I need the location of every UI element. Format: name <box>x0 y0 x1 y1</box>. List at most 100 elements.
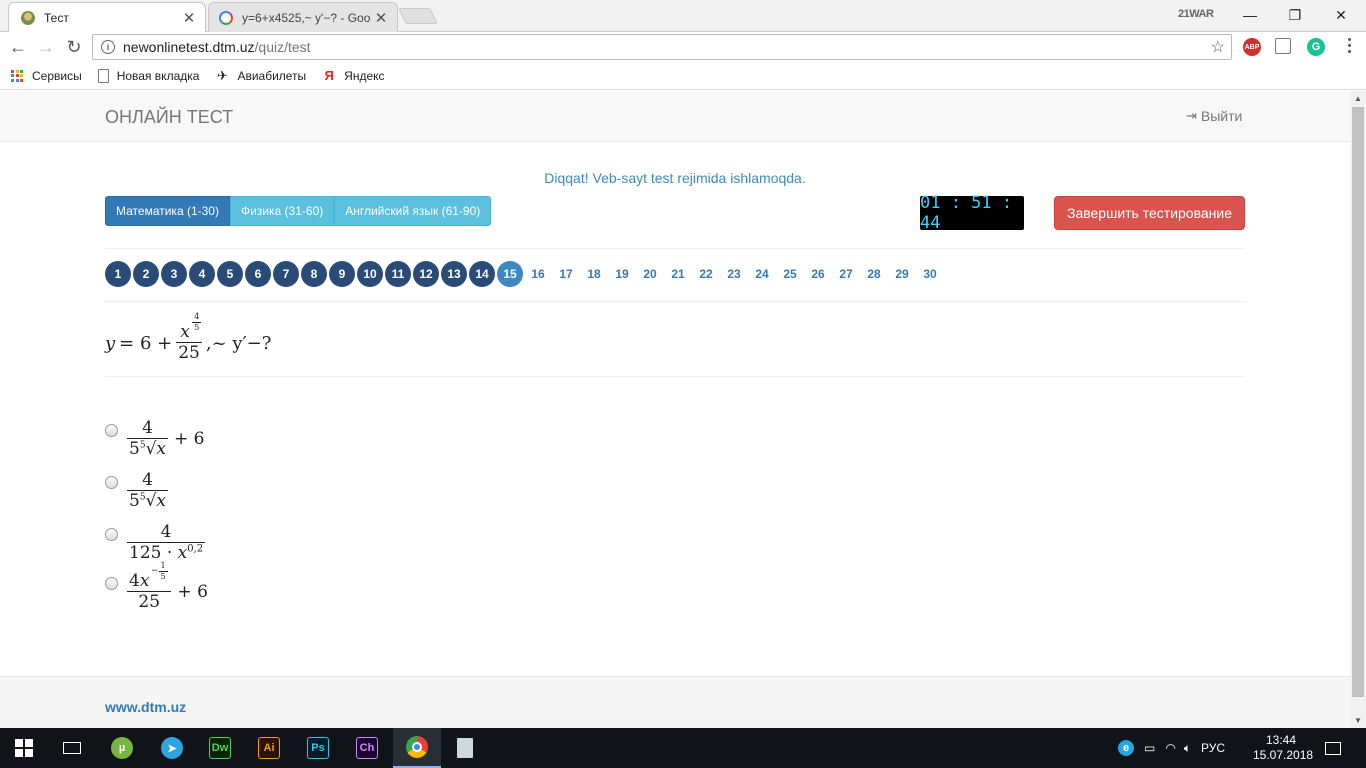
character-animator-icon[interactable]: Ch <box>343 728 391 768</box>
question-number-30[interactable]: 30 <box>917 261 943 287</box>
language-indicator[interactable]: РУС <box>1201 741 1225 755</box>
logout-link[interactable]: ⇥ Выйти <box>1186 108 1242 124</box>
math-var-x: x <box>180 321 190 342</box>
question-number-18[interactable]: 18 <box>581 261 607 287</box>
option-fraction: 4 55√x <box>127 419 168 459</box>
question-number-29[interactable]: 29 <box>889 261 915 287</box>
bookmark-label: Авиабилеты <box>237 68 307 83</box>
photoshop-icon[interactable]: Ps <box>294 728 342 768</box>
radio-button[interactable] <box>105 528 118 541</box>
question-number-7[interactable]: 7 <box>273 261 299 287</box>
forward-arrow-icon[interactable]: → <box>35 36 57 58</box>
subject-tab-physics[interactable]: Физика (31-60) <box>229 196 335 226</box>
volume-icon[interactable]: 🔈︎ <box>1184 741 1191 756</box>
question-number-14[interactable]: 14 <box>469 261 495 287</box>
new-tab-button[interactable] <box>398 8 438 24</box>
grammarly-icon[interactable]: G <box>1307 38 1325 56</box>
minimize-icon[interactable]: — <box>1227 0 1273 30</box>
answer-option-4[interactable]: 4x − 1 5 25 + 6 <box>105 561 208 612</box>
close-tab-icon[interactable]: ✕ <box>373 9 389 27</box>
app-label: Ch <box>356 737 378 759</box>
site-brand[interactable]: ОНЛАЙН ТЕСТ <box>105 107 233 128</box>
question-number-3[interactable]: 3 <box>161 261 187 287</box>
bookmark-new-tab[interactable]: Новая вкладка <box>97 68 199 83</box>
scroll-down-icon[interactable]: ▼ <box>1350 716 1366 725</box>
question-number-12[interactable]: 12 <box>413 261 439 287</box>
close-tab-icon[interactable]: ✕ <box>181 9 197 27</box>
question-number-25[interactable]: 25 <box>777 261 803 287</box>
chrome-icon[interactable] <box>393 728 441 768</box>
page-scrollbar[interactable]: ▲ ▼ <box>1350 91 1366 728</box>
battery-icon[interactable]: ▭ <box>1144 741 1155 755</box>
question-number-21[interactable]: 21 <box>665 261 691 287</box>
question-number-24[interactable]: 24 <box>749 261 775 287</box>
question-number-9[interactable]: 9 <box>329 261 355 287</box>
radio-button[interactable] <box>105 424 118 437</box>
question-number-5[interactable]: 5 <box>217 261 243 287</box>
footer-link[interactable]: www.dtm.uz <box>105 699 186 715</box>
wifi-icon[interactable]: ◠ <box>1165 741 1175 755</box>
start-windows-icon[interactable] <box>0 728 48 768</box>
subject-tab-english[interactable]: Английский язык (61-90) <box>334 196 492 226</box>
bookmark-yandex[interactable]: Я Яндекс <box>322 68 385 83</box>
browser-menu-icon[interactable] <box>1346 38 1352 53</box>
question-number-6[interactable]: 6 <box>245 261 271 287</box>
back-arrow-icon[interactable]: ← <box>7 36 29 58</box>
question-number-15[interactable]: 15 <box>497 261 523 287</box>
question-number-22[interactable]: 22 <box>693 261 719 287</box>
question-number-11[interactable]: 11 <box>385 261 411 287</box>
profile-label[interactable]: 21WAR <box>1178 8 1214 20</box>
radio-button[interactable] <box>105 476 118 489</box>
answer-option-3[interactable]: 4 125 · x0,2 <box>105 523 206 563</box>
ie-icon[interactable]: e <box>1118 740 1134 756</box>
utorrent-icon[interactable]: µ <box>98 728 146 768</box>
site-favicon-icon <box>21 10 35 25</box>
scroll-up-icon[interactable]: ▲ <box>1350 94 1366 103</box>
window-close-icon[interactable]: ✕ <box>1318 0 1364 30</box>
dreamweaver-icon[interactable]: Dw <box>196 728 244 768</box>
scrollbar-thumb[interactable] <box>1352 107 1364 697</box>
question-number-20[interactable]: 20 <box>637 261 663 287</box>
address-bar[interactable]: i newonlinetest.dtm.uz/quiz/test ☆ <box>92 34 1232 60</box>
question-navigator: 1 2 3 4 5 6 7 8 9 10 11 12 13 14 15 16 17 18 19 20 21 22 23 24 2… <box>105 261 945 287</box>
site-info-icon[interactable]: i <box>101 40 115 54</box>
telegram-icon[interactable]: ➤ <box>148 728 196 768</box>
question-number-26[interactable]: 26 <box>805 261 831 287</box>
task-view-icon[interactable] <box>48 728 96 768</box>
bookmark-star-icon[interactable]: ☆ <box>1211 37 1225 57</box>
question-number-1[interactable]: 1 <box>105 261 131 287</box>
question-number-8[interactable]: 8 <box>301 261 327 287</box>
tab-google-search[interactable]: y=6+x4525,~ y'−? - Goo ✕ <box>208 2 398 32</box>
adblock-plus-icon[interactable]: ABP <box>1243 38 1261 56</box>
calculator-icon[interactable] <box>441 728 489 768</box>
answer-option-1[interactable]: 4 55√x + 6 <box>105 419 204 459</box>
subject-tab-math[interactable]: Математика (1-30) <box>105 196 230 226</box>
option-exponent: 0,2 <box>187 543 204 555</box>
question-number-23[interactable]: 23 <box>721 261 747 287</box>
question-number-10[interactable]: 10 <box>357 261 383 287</box>
browser-toolbar: ← → ↻ i newonlinetest.dtm.uz/quiz/test ☆… <box>0 32 1366 62</box>
finish-test-button[interactable]: Завершить тестирование <box>1054 196 1245 230</box>
radio-button[interactable] <box>105 577 118 590</box>
illustrator-icon[interactable]: Ai <box>245 728 293 768</box>
bookmark-flights[interactable]: ✈ Авиабилеты <box>215 68 307 83</box>
answer-option-2[interactable]: 4 55√x <box>105 471 168 511</box>
question-number-17[interactable]: 17 <box>553 261 579 287</box>
question-number-27[interactable]: 27 <box>833 261 859 287</box>
system-clock[interactable]: 13:44 15.07.2018 <box>1253 733 1313 763</box>
question-number-4[interactable]: 4 <box>189 261 215 287</box>
question-number-13[interactable]: 13 <box>441 261 467 287</box>
question-number-19[interactable]: 19 <box>609 261 635 287</box>
bookmark-services[interactable]: Сервисы <box>10 69 82 83</box>
tab-test[interactable]: Тест ✕ <box>8 2 206 32</box>
restore-icon[interactable]: ❐ <box>1272 0 1318 30</box>
notifications-icon[interactable] <box>1310 728 1356 768</box>
screenshot-extension-icon[interactable] <box>1275 38 1291 54</box>
question-number-16[interactable]: 16 <box>525 261 551 287</box>
reload-icon[interactable]: ↻ <box>63 36 85 58</box>
divider <box>105 301 1245 302</box>
question-number-28[interactable]: 28 <box>861 261 887 287</box>
question-number-2[interactable]: 2 <box>133 261 159 287</box>
logout-label: Выйти <box>1200 108 1243 124</box>
exp-den: 5 <box>160 571 166 581</box>
